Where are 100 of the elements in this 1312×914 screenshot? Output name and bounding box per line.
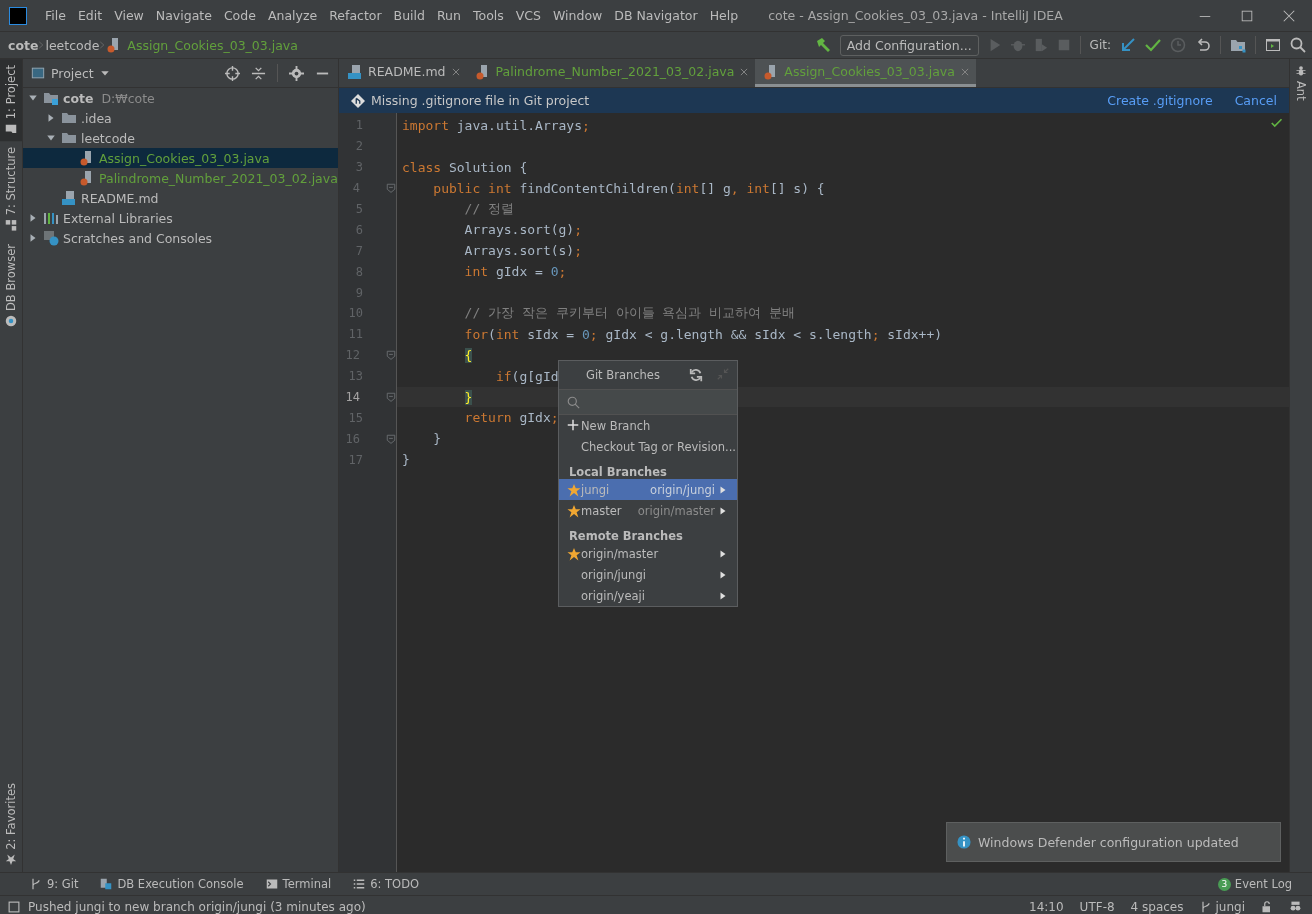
- dropdown-caret-icon[interactable]: [99, 68, 110, 78]
- branch-item[interactable]: master origin/master: [559, 500, 737, 521]
- tool-window-button[interactable]: 6: TODO: [353, 877, 420, 891]
- code-line: class Solution {: [402, 159, 528, 175]
- tool-window-tab[interactable]: DB Browser: [0, 237, 22, 333]
- menu-item[interactable]: Run: [431, 8, 467, 23]
- code-line: if(g[gId: [494, 368, 559, 384]
- close-icon[interactable]: [1282, 8, 1296, 23]
- breadcrumb[interactable]: Assign_Cookies_03_03.java: [127, 37, 298, 53]
- menu-item[interactable]: Build: [387, 8, 431, 23]
- layout-toggle-icon[interactable]: [8, 900, 20, 913]
- banner-link[interactable]: Cancel: [1234, 93, 1277, 108]
- tree-row[interactable]: README.md: [23, 188, 338, 208]
- editor-tab[interactable]: README.md: [339, 59, 467, 87]
- expanded-arrow-icon[interactable]: [46, 133, 56, 143]
- menu-item[interactable]: Refactor: [323, 8, 388, 23]
- fold-marker-icon[interactable]: [386, 350, 396, 361]
- folder-icon: [61, 130, 77, 146]
- branch-search-field[interactable]: [559, 389, 737, 415]
- tool-window-tab[interactable]: 1: Project: [0, 59, 22, 142]
- tree-row[interactable]: External Libraries: [23, 208, 338, 228]
- inspector-icon[interactable]: [1289, 900, 1302, 913]
- tool-window-tab[interactable]: 7: Structure: [0, 141, 22, 238]
- menu-item[interactable]: Edit: [71, 8, 109, 23]
- menu-item[interactable]: Code: [217, 8, 262, 23]
- info-icon: [957, 835, 971, 849]
- branch-item[interactable]: origin/yeaji: [559, 585, 737, 606]
- banner-link[interactable]: Create .gitignore: [1107, 93, 1213, 108]
- popup-action[interactable]: New Branch: [559, 415, 737, 436]
- tree-row[interactable]: Scratches and Consoles: [23, 228, 338, 248]
- breadcrumb[interactable]: leetcode: [45, 37, 100, 53]
- code-line: }: [432, 431, 442, 447]
- no-problems-check-icon: [1271, 117, 1283, 129]
- git-branch-widget[interactable]: jungi: [1199, 899, 1245, 914]
- submenu-arrow-icon: [719, 549, 727, 558]
- close-icon[interactable]: [450, 66, 461, 77]
- settings-icon[interactable]: [289, 65, 304, 81]
- fold-marker-icon[interactable]: [386, 433, 396, 444]
- menu-item[interactable]: View: [108, 8, 150, 23]
- menu-item[interactable]: Help: [703, 8, 745, 23]
- submenu-arrow-icon: [719, 485, 727, 494]
- menu-item[interactable]: Window: [547, 8, 609, 23]
- branch-icon: [1199, 900, 1212, 913]
- menu-item[interactable]: Analyze: [261, 8, 324, 23]
- run-window-icon[interactable]: [1265, 37, 1281, 53]
- popup-action[interactable]: Checkout Tag or Revision...: [559, 436, 737, 457]
- indent-setting[interactable]: 4 spaces: [1130, 899, 1184, 914]
- tool-window-button[interactable]: 9: Git: [30, 877, 79, 891]
- count-badge: 3: [1217, 877, 1231, 891]
- menu-item[interactable]: DB Navigator: [608, 8, 704, 23]
- refresh-icon[interactable]: [689, 368, 703, 382]
- branch-item[interactable]: origin/jungi: [559, 564, 737, 585]
- branch-item[interactable]: origin/master: [559, 543, 737, 564]
- maximize-icon[interactable]: [1240, 8, 1254, 23]
- panel-title[interactable]: Project: [51, 65, 94, 81]
- menu-item[interactable]: Navigate: [149, 8, 218, 23]
- collapse-all-icon[interactable]: [251, 65, 266, 81]
- tree-row[interactable]: .idea: [23, 108, 338, 128]
- collapsed-arrow-icon[interactable]: [46, 113, 56, 123]
- notification-balloon: Windows Defender configuration updated: [946, 822, 1281, 862]
- expanded-arrow-icon[interactable]: [28, 93, 38, 103]
- tree-label: cote: [63, 90, 94, 106]
- run-configuration-button[interactable]: Add Configuration...: [839, 34, 979, 56]
- locate-target-icon[interactable]: [225, 65, 240, 81]
- tree-row[interactable]: Palindrome_Number_2021_03_02.java: [23, 168, 338, 188]
- database-icon: [5, 314, 17, 327]
- rollback-icon[interactable]: [1195, 37, 1211, 53]
- git-diamond-icon: [351, 93, 365, 108]
- caret-position[interactable]: 14:10: [1029, 899, 1064, 914]
- star-icon: [5, 854, 17, 866]
- search-icon: [567, 395, 580, 409]
- tree-row[interactable]: cote D:₩cote: [23, 88, 338, 108]
- event-log-button[interactable]: 3 Event Log: [1217, 877, 1292, 891]
- menu-item[interactable]: File: [39, 8, 72, 23]
- close-icon[interactable]: [739, 66, 750, 77]
- folder-icon: [5, 123, 17, 136]
- tree-row[interactable]: Assign_Cookies_03_03.java: [23, 148, 338, 168]
- tree-label: leetcode: [81, 130, 135, 146]
- commit-check-icon[interactable]: [1145, 37, 1161, 53]
- build-hammer-icon[interactable]: [814, 37, 831, 53]
- menu-item[interactable]: Tools: [466, 8, 510, 23]
- fold-marker-icon[interactable]: [386, 183, 396, 194]
- tree-row[interactable]: leetcode: [23, 128, 338, 148]
- search-icon[interactable]: [1290, 37, 1306, 53]
- update-arrow-icon[interactable]: [1120, 37, 1136, 53]
- editor-tab[interactable]: Palindrome_Number_2021_03_02.java: [466, 59, 756, 87]
- project-structure-icon[interactable]: [1230, 37, 1246, 53]
- tree-label: README.md: [81, 190, 159, 206]
- star-icon: [567, 483, 581, 497]
- ant-tab[interactable]: Ant: [1290, 59, 1312, 107]
- fold-marker-icon[interactable]: [386, 392, 396, 402]
- code-line: // 정렬: [463, 200, 515, 218]
- branch-item[interactable]: jungi origin/jungi: [559, 479, 737, 500]
- file-encoding[interactable]: UTF-8: [1079, 899, 1115, 914]
- breadcrumb[interactable]: cote: [8, 37, 39, 53]
- tool-window-button[interactable]: DB Execution Console: [100, 877, 244, 891]
- tool-window-tab[interactable]: 2: Favorites: [0, 777, 22, 872]
- unlock-icon[interactable]: [1261, 900, 1273, 913]
- menu-item[interactable]: VCS: [509, 8, 547, 23]
- tool-window-button[interactable]: Terminal: [265, 877, 332, 891]
